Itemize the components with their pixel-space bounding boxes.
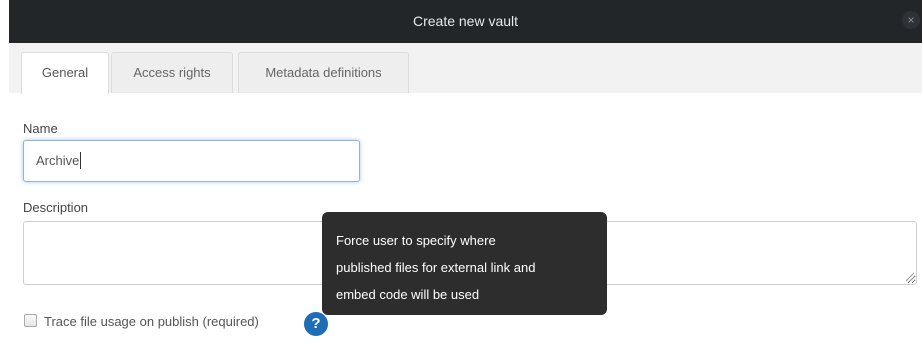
tab-metadata-definitions[interactable]: Metadata definitions <box>238 52 409 93</box>
name-input-value: Archive <box>36 153 80 168</box>
text-caret <box>80 152 82 170</box>
name-label: Name <box>23 121 58 136</box>
help-icon[interactable]: ? <box>304 312 328 336</box>
dialog-title: Create new vault <box>412 13 519 29</box>
trace-usage-checkbox[interactable] <box>24 314 37 327</box>
close-icon[interactable]: × <box>902 11 920 29</box>
tab-general[interactable]: General <box>21 52 109 94</box>
tooltip-line: published files for external link and <box>336 260 536 275</box>
name-input[interactable]: Archive <box>23 140 360 182</box>
tooltip-line: Force user to specify where <box>336 233 496 248</box>
help-tooltip: Force user to specify where published fi… <box>322 212 607 315</box>
dialog-titlebar: Create new vault × <box>9 0 922 43</box>
resize-grip-icon[interactable] <box>905 272 915 282</box>
tab-bar: General Access rights Metadata definitio… <box>9 43 922 94</box>
trace-usage-label: Trace file usage on publish (required) <box>44 314 259 329</box>
description-label: Description <box>23 200 89 215</box>
tab-access-rights[interactable]: Access rights <box>111 52 233 93</box>
tooltip-line: embed code will be used <box>336 287 480 302</box>
